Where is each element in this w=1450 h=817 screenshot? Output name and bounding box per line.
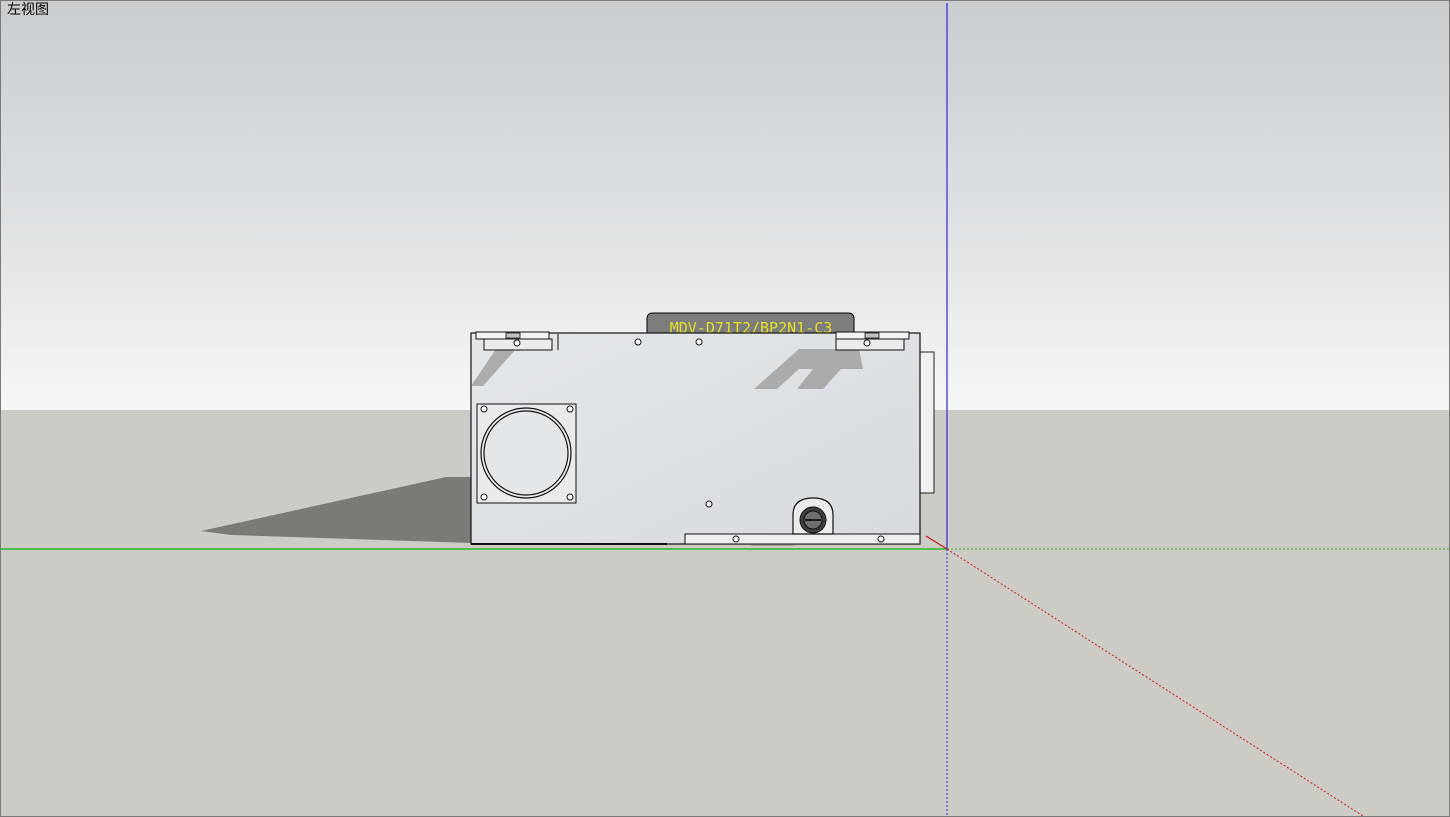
screw-icon xyxy=(480,405,488,413)
side-flange xyxy=(918,351,935,494)
red-axis-dotted xyxy=(946,548,1364,816)
red-axis xyxy=(925,535,948,550)
duct-port[interactable] xyxy=(476,403,577,504)
3d-viewport[interactable]: MDV-D71T2/BP2N1-C3 左视图 xyxy=(0,0,1450,817)
bracket-right xyxy=(835,331,910,351)
screw-icon xyxy=(634,338,642,346)
screw-icon xyxy=(566,493,574,501)
screw-icon xyxy=(695,338,703,346)
screw-icon xyxy=(480,493,488,501)
screw-icon xyxy=(705,500,713,508)
drain-fitting[interactable] xyxy=(792,497,834,535)
bracket-left xyxy=(475,331,559,351)
view-name-label: 左视图 xyxy=(7,2,49,18)
unit-shadow xyxy=(201,477,471,543)
screw-icon xyxy=(566,405,574,413)
model-scene[interactable]: MDV-D71T2/BP2N1-C3 xyxy=(1,1,1450,817)
bottom-rail xyxy=(684,533,921,545)
